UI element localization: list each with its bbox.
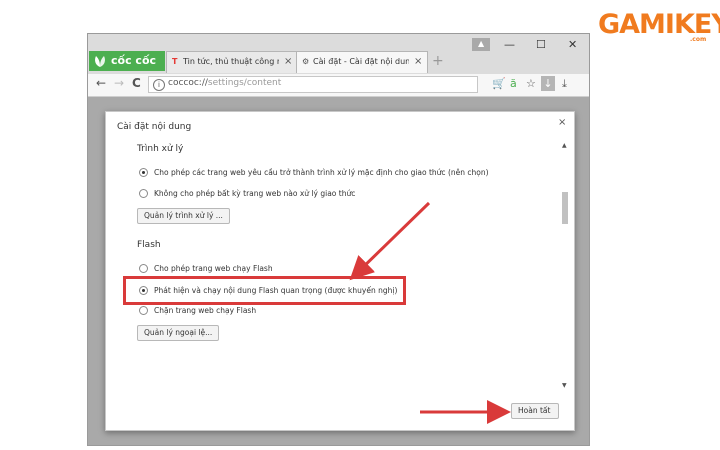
tab-title: Tin tức, thủ thuật công n — [183, 57, 279, 66]
address-bar[interactable]: i coccoc://settings/content — [148, 76, 478, 93]
logo-suffix: .com — [690, 36, 707, 43]
translate-icon[interactable]: ă — [510, 77, 517, 90]
done-button[interactable]: Hoàn tất — [511, 403, 559, 419]
coccoc-leaf-icon — [95, 56, 105, 67]
flash-heading: Flash — [137, 240, 161, 250]
tab-settings[interactable]: ⚙ Cài đặt - Cài đặt nội dung × — [296, 51, 428, 73]
radio-unselected-icon[interactable] — [139, 189, 148, 198]
brand-label: cốc cốc — [111, 54, 157, 67]
content-settings-dialog: Cài đặt nội dung × Trình xử lý Cho phép … — [105, 111, 575, 431]
url-path: settings/content — [207, 78, 282, 88]
gamikey-logo: GAMIKEY .com — [598, 10, 720, 46]
shopping-cart-icon[interactable]: 🛒 — [492, 77, 506, 90]
radio-unselected-icon[interactable] — [139, 306, 148, 315]
scroll-thumb[interactable] — [562, 192, 568, 224]
download-manager-icon[interactable]: ↓ — [541, 76, 555, 91]
coccoc-menu-button[interactable]: cốc cốc — [89, 51, 165, 71]
info-icon[interactable]: i — [153, 79, 165, 91]
url-text[interactable]: coccoc://settings/content — [168, 78, 281, 88]
settings-scroll-area: Trình xử lý Cho phép các trang web yêu c… — [106, 142, 574, 392]
tab-close-icon[interactable]: × — [284, 52, 292, 72]
manage-exceptions-button[interactable]: Quản lý ngoại lệ... — [137, 325, 220, 341]
url-scheme: coccoc:// — [168, 78, 208, 88]
profile-icon[interactable]: ▲ — [472, 38, 490, 51]
tab-close-icon[interactable]: × — [414, 52, 422, 72]
window-close-button[interactable]: ✕ — [568, 38, 577, 51]
maximize-button[interactable]: ☐ — [536, 38, 546, 51]
radio-selected-icon[interactable] — [139, 168, 148, 177]
page-overlay: Cài đặt nội dung × Trình xử lý Cho phép … — [88, 97, 589, 445]
minimize-button[interactable]: — — [504, 38, 515, 51]
download-icon[interactable]: ⤓ — [562, 77, 567, 91]
manage-handlers-button[interactable]: Quản lý trình xử lý ... — [137, 208, 230, 224]
radio-unselected-icon[interactable] — [139, 264, 148, 273]
dialog-title: Cài đặt nội dung — [117, 122, 192, 132]
handlers-heading: Trình xử lý — [137, 144, 184, 154]
tab-news[interactable]: T Tin tức, thủ thuật công n × — [166, 51, 298, 73]
tab-favicon-t-icon: T — [172, 57, 178, 66]
tab-gear-icon: ⚙ — [302, 57, 310, 66]
tab-title: Cài đặt - Cài đặt nội dung — [313, 57, 409, 66]
toolbar: ← → C i coccoc://settings/content 🛒 ă ☆ … — [88, 74, 589, 97]
scroll-up-icon[interactable]: ▲ — [562, 142, 567, 149]
bookmark-star-icon[interactable]: ☆ — [526, 77, 536, 90]
tab-strip: cốc cốc T Tin tức, thủ thuật công n × ⚙ … — [88, 34, 589, 74]
scroll-down-icon[interactable]: ▼ — [562, 382, 567, 389]
forward-button[interactable]: → — [114, 76, 124, 90]
browser-window: cốc cốc T Tin tức, thủ thuật công n × ⚙ … — [87, 33, 590, 446]
reload-button[interactable]: C — [132, 76, 141, 90]
back-button[interactable]: ← — [96, 76, 106, 90]
dialog-scrollbar[interactable]: ▲ ▼ — [560, 142, 570, 392]
new-tab-button[interactable]: + — [432, 53, 444, 69]
highlight-box — [123, 276, 406, 305]
dialog-close-icon[interactable]: × — [558, 117, 566, 128]
